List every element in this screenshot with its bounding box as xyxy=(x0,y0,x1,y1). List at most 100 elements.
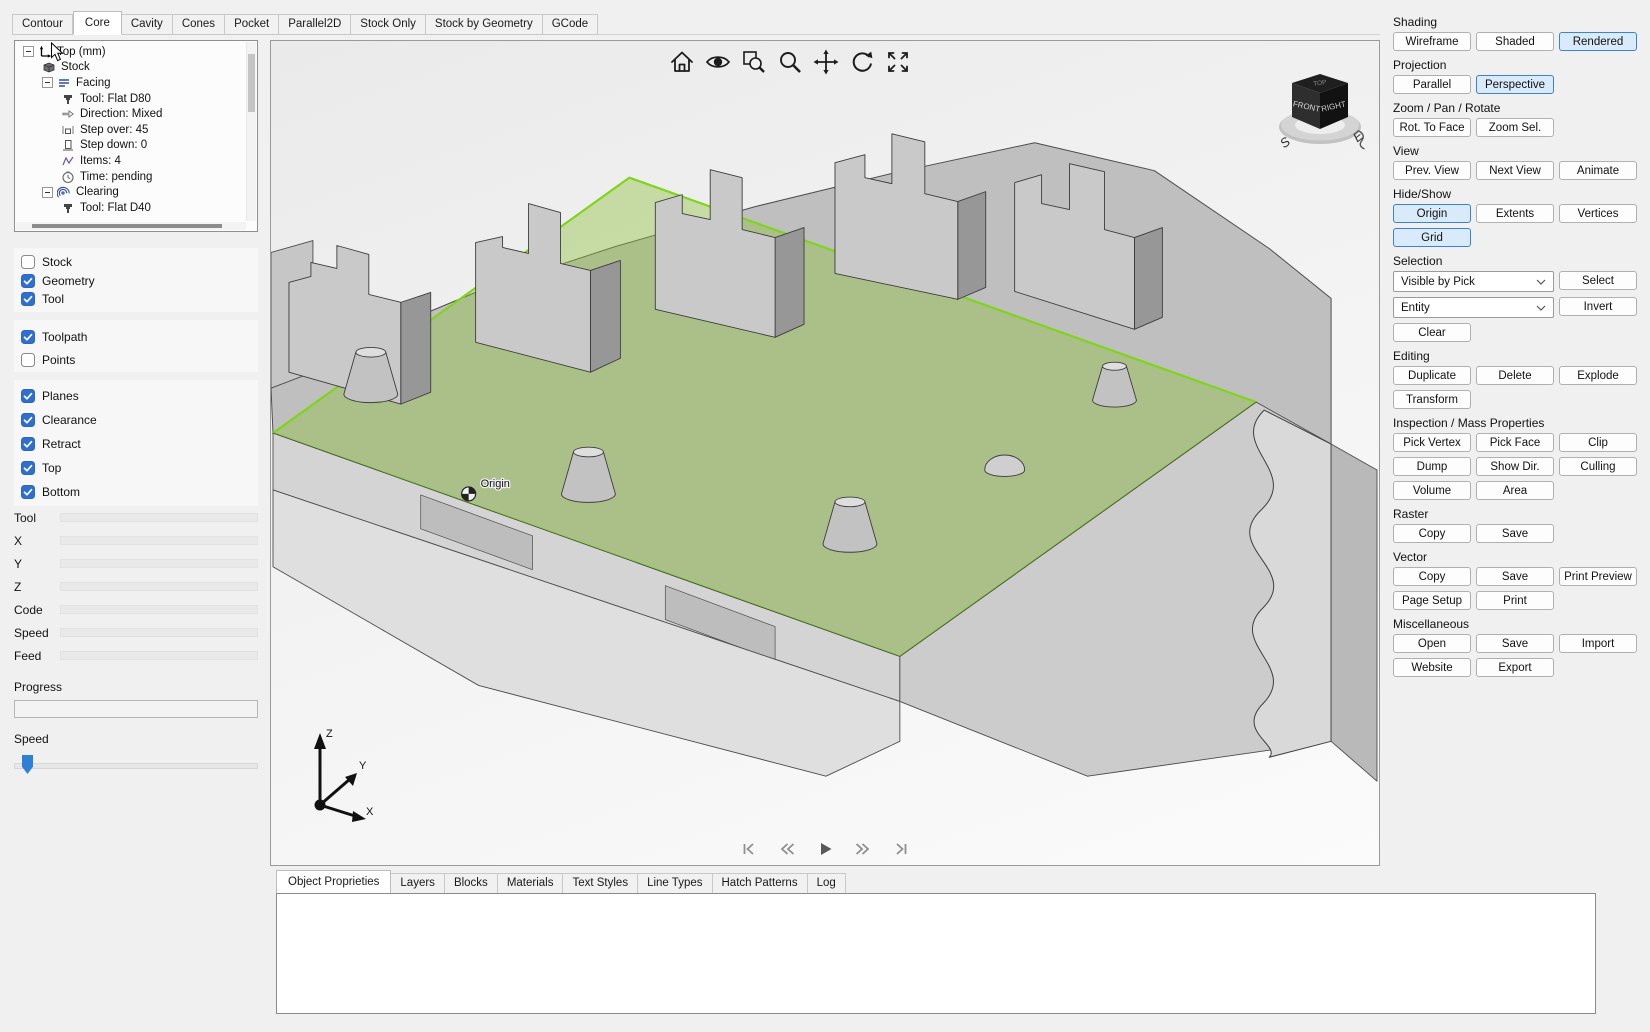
unchecked-checkbox-icon[interactable] xyxy=(21,353,35,367)
inspection-mass-properties-area-button[interactable]: Area xyxy=(1476,481,1554,500)
raster-copy-button[interactable]: Copy xyxy=(1393,524,1471,543)
hide-show-origin-button[interactable]: Origin xyxy=(1393,204,1471,223)
fit-icon[interactable] xyxy=(883,47,913,77)
tree-item-items-4[interactable]: Items: 4 xyxy=(17,153,246,169)
tree-item-direction-mixed[interactable]: Direction: Mixed xyxy=(17,106,246,122)
unchecked-checkbox-icon[interactable] xyxy=(21,255,35,269)
tree-item-step-down-0[interactable]: Step down: 0 xyxy=(17,138,246,154)
slider-track-code[interactable] xyxy=(60,605,258,614)
zoom-pan-rotate-rot-to-face-button[interactable]: Rot. To Face xyxy=(1393,118,1471,137)
view-animate-button[interactable]: Animate xyxy=(1559,161,1637,180)
checked-checkbox-icon[interactable] xyxy=(21,461,35,475)
selection-mode-dropdown[interactable]: Visible by Pick xyxy=(1393,271,1554,292)
inspection-mass-properties-volume-button[interactable]: Volume xyxy=(1393,481,1471,500)
top-tab-parallel2d[interactable]: Parallel2D xyxy=(279,14,351,36)
view-cube[interactable]: S E TOP FRONT RIGHT xyxy=(1275,67,1367,159)
view-prev-view-button[interactable]: Prev. View xyxy=(1393,161,1471,180)
slider-track-z[interactable] xyxy=(60,582,258,591)
tree-horizontal-scrollbar[interactable] xyxy=(16,222,246,230)
view-next-view-button[interactable]: Next View xyxy=(1476,161,1554,180)
projection-perspective-button[interactable]: Perspective xyxy=(1476,75,1554,94)
vector-page-setup-button[interactable]: Page Setup xyxy=(1393,591,1471,610)
pan-icon[interactable] xyxy=(811,47,841,77)
miscellaneous-open-button[interactable]: Open xyxy=(1393,634,1471,653)
hide-show-vertices-button[interactable]: Vertices xyxy=(1559,204,1637,223)
hide-show-grid-button[interactable]: Grid xyxy=(1393,228,1471,247)
checkbox-toolpath[interactable]: Toolpath xyxy=(21,325,251,348)
tree-hscroll-thumb[interactable] xyxy=(32,224,222,228)
bottom-tab-object-proprieties[interactable]: Object Proprieties xyxy=(276,870,391,895)
home-icon[interactable] xyxy=(667,47,697,77)
editing-duplicate-button[interactable]: Duplicate xyxy=(1393,366,1471,385)
slider-track-y[interactable] xyxy=(60,559,258,568)
3d-viewport[interactable]: Origin S E TOP FRONT RIGHT Z Y X xyxy=(270,40,1380,866)
zoom-icon[interactable] xyxy=(775,47,805,77)
invert-button[interactable]: Invert xyxy=(1559,297,1637,316)
checked-checkbox-icon[interactable] xyxy=(21,330,35,344)
inspection-mass-properties-pick-vertex-button[interactable]: Pick Vertex xyxy=(1393,433,1471,452)
shading-wireframe-button[interactable]: Wireframe xyxy=(1393,32,1471,51)
inspection-mass-properties-pick-face-button[interactable]: Pick Face xyxy=(1476,433,1554,452)
inspection-mass-properties-dump-button[interactable]: Dump xyxy=(1393,457,1471,476)
checked-checkbox-icon[interactable] xyxy=(21,292,35,306)
bottom-tab-hatch-patterns[interactable]: Hatch Patterns xyxy=(713,873,808,895)
top-tab-contour[interactable]: Contour xyxy=(12,14,73,36)
slider-track-tool[interactable] xyxy=(60,513,258,522)
bottom-tab-text-styles[interactable]: Text Styles xyxy=(563,873,638,895)
top-tab-pocket[interactable]: Pocket xyxy=(225,14,279,36)
top-tab-core[interactable]: Core xyxy=(73,11,122,36)
miscellaneous-website-button[interactable]: Website xyxy=(1393,658,1471,677)
miscellaneous-import-button[interactable]: Import xyxy=(1559,634,1637,653)
checkbox-points[interactable]: Points xyxy=(21,348,251,371)
shading-rendered-button[interactable]: Rendered xyxy=(1559,32,1637,51)
checked-checkbox-icon[interactable] xyxy=(21,485,35,499)
zoom-pan-rotate-zoom-sel-button[interactable]: Zoom Sel. xyxy=(1476,118,1554,137)
top-tab-stock-by-geometry[interactable]: Stock by Geometry xyxy=(426,14,543,36)
slider-track-feed[interactable] xyxy=(60,651,258,660)
bottom-tab-layers[interactable]: Layers xyxy=(391,873,445,895)
checked-checkbox-icon[interactable] xyxy=(21,389,35,403)
editing-delete-button[interactable]: Delete xyxy=(1476,366,1554,385)
play-icon[interactable] xyxy=(816,840,834,858)
vector-print-button[interactable]: Print xyxy=(1476,591,1554,610)
checked-checkbox-icon[interactable] xyxy=(21,437,35,451)
selection-entity-dropdown[interactable]: Entity xyxy=(1393,297,1554,318)
tree-item-facing[interactable]: Facing xyxy=(17,75,246,91)
checkbox-tool[interactable]: Tool xyxy=(21,290,251,309)
top-tab-cavity[interactable]: Cavity xyxy=(122,14,173,36)
speed-slider[interactable] xyxy=(14,755,258,775)
editing-transform-button[interactable]: Transform xyxy=(1393,390,1471,409)
rewind-icon[interactable] xyxy=(778,840,796,858)
bottom-tab-log[interactable]: Log xyxy=(808,873,846,895)
tree-item-tool-flat-d40[interactable]: Tool: Flat D40 xyxy=(17,200,246,216)
miscellaneous-export-button[interactable]: Export xyxy=(1476,658,1554,677)
miscellaneous-save-button[interactable]: Save xyxy=(1476,634,1554,653)
inspection-mass-properties-clip-button[interactable]: Clip xyxy=(1559,433,1637,452)
select-button[interactable]: Select xyxy=(1559,271,1637,290)
checkbox-clearance[interactable]: Clearance xyxy=(21,408,251,432)
skip-start-icon[interactable] xyxy=(740,840,758,858)
checkbox-top[interactable]: Top xyxy=(21,456,251,480)
raster-save-button[interactable]: Save xyxy=(1476,524,1554,543)
tree-vscroll-thumb[interactable] xyxy=(248,54,255,112)
bottom-tab-line-types[interactable]: Line Types xyxy=(638,873,712,895)
tree-collapse-icon[interactable] xyxy=(42,187,53,198)
vector-save-button[interactable]: Save xyxy=(1476,567,1554,586)
skip-end-icon[interactable] xyxy=(892,840,910,858)
tree-item-time-pending[interactable]: Time: pending xyxy=(17,169,246,185)
hide-show-extents-button[interactable]: Extents xyxy=(1476,204,1554,223)
top-tab-gcode[interactable]: GCode xyxy=(543,14,598,36)
shading-shaded-button[interactable]: Shaded xyxy=(1476,32,1554,51)
bottom-tab-blocks[interactable]: Blocks xyxy=(445,873,498,895)
projection-parallel-button[interactable]: Parallel xyxy=(1393,75,1471,94)
eye-icon[interactable] xyxy=(703,47,733,77)
top-tab-stock-only[interactable]: Stock Only xyxy=(351,14,426,36)
editing-explode-button[interactable]: Explode xyxy=(1559,366,1637,385)
checkbox-planes[interactable]: Planes xyxy=(21,384,251,408)
checkbox-retract[interactable]: Retract xyxy=(21,432,251,456)
tree-item-clearing[interactable]: Clearing xyxy=(17,184,246,200)
inspection-mass-properties-show-dir-button[interactable]: Show Dir. xyxy=(1476,457,1554,476)
zoom-window-icon[interactable] xyxy=(739,47,769,77)
speed-slider-thumb[interactable] xyxy=(22,755,33,774)
vector-print-preview-button[interactable]: Print Preview xyxy=(1559,567,1637,586)
